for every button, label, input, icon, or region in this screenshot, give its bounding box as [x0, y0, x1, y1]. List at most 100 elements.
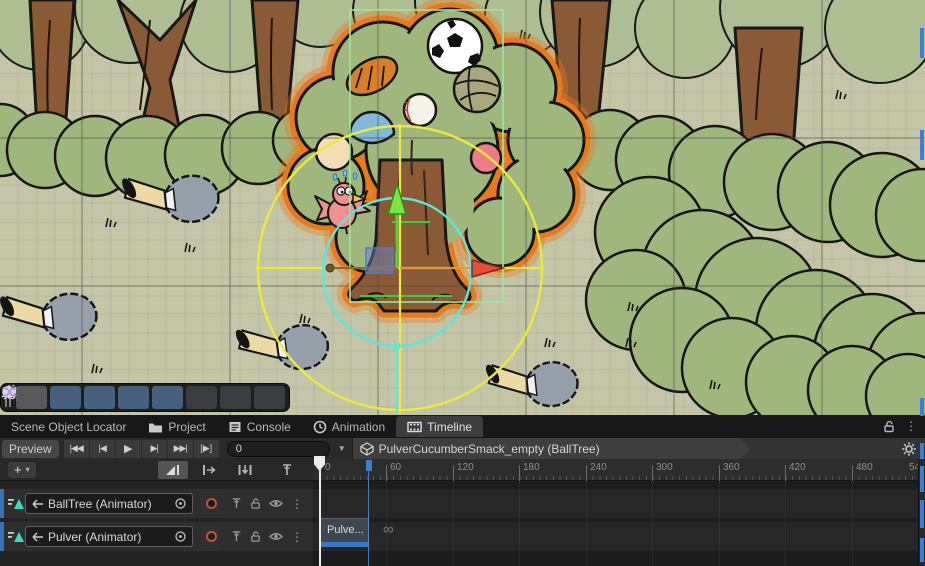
- record-button[interactable]: [201, 527, 221, 547]
- shuffle-tool-button[interactable]: [254, 386, 285, 409]
- lock-open-icon[interactable]: [250, 530, 261, 543]
- track-menu-icon[interactable]: ⋮: [291, 497, 303, 511]
- track-menu-icon[interactable]: ⋮: [291, 530, 303, 544]
- track-content-pulver[interactable]: [313, 522, 918, 551]
- clock-icon: [313, 420, 327, 434]
- track-name: BallTree (Animator): [48, 497, 170, 511]
- tab-label: Console: [247, 420, 291, 434]
- ruler-label: 480: [856, 462, 873, 473]
- goto-start-button[interactable]: |◀◀: [64, 440, 89, 458]
- add-label: +: [14, 462, 22, 477]
- record-dot: [206, 498, 217, 509]
- plane-handle[interactable]: [366, 248, 393, 273]
- ruler-zero-label: 0: [325, 462, 331, 473]
- breadcrumb-item[interactable]: PulverCucumberSmack_empty (BallTree): [353, 438, 751, 459]
- track-name: Pulver (Animator): [48, 530, 170, 544]
- layers-tool-button[interactable]: [152, 386, 183, 409]
- anchor-handle[interactable]: [326, 264, 334, 272]
- hatch-tool-button[interactable]: [84, 386, 115, 409]
- eye-icon[interactable]: [269, 531, 283, 542]
- edge-marker: [920, 28, 924, 58]
- track-name-field[interactable]: BallTree (Animator): [25, 493, 193, 514]
- gear-icon: [901, 441, 917, 457]
- edge-marker: [920, 538, 924, 562]
- eye-icon[interactable]: [269, 498, 283, 509]
- pin-icon[interactable]: [231, 497, 242, 510]
- timeline-breadcrumb-bar: PulverCucumberSmack_empty (BallTree): [352, 438, 925, 459]
- tab-label: Animation: [332, 420, 385, 434]
- inner-ring-handle[interactable]: [394, 343, 400, 349]
- panel-menu-icon[interactable]: ⋮: [905, 420, 917, 432]
- animator-icon: [31, 531, 44, 543]
- ripple-mode-button[interactable]: [194, 461, 224, 479]
- edge-marker: [920, 500, 924, 528]
- tab-console[interactable]: Console: [217, 416, 302, 437]
- scene-viewport[interactable]: [0, 0, 925, 415]
- edge-marker: [920, 466, 924, 492]
- cube-icon: [360, 442, 374, 456]
- tab-label: Scene Object Locator: [11, 420, 126, 434]
- animation-track-icon: [8, 530, 25, 543]
- timeline-clip-area[interactable]: Pulve... ∞: [313, 481, 918, 566]
- animation-track-icon: [8, 497, 25, 510]
- lock-open-icon[interactable]: [883, 420, 895, 433]
- tab-label: Timeline: [427, 420, 472, 434]
- track-row-balltree[interactable]: BallTree (Animator) ⋮: [0, 489, 313, 518]
- filmstrip-icon: [407, 420, 422, 434]
- timeline-panel: + ▾ 60 120 180 240: [0, 459, 925, 566]
- curves-toggle-button[interactable]: [272, 461, 302, 479]
- track-options: [231, 497, 283, 510]
- tab-project[interactable]: Project: [137, 416, 216, 437]
- edge-marker: [920, 130, 924, 160]
- soccer-ball-decoration: [428, 19, 482, 73]
- track-content-balltree[interactable]: [313, 489, 918, 518]
- object-picker-icon[interactable]: [174, 530, 187, 543]
- prev-frame-button[interactable]: |◀: [90, 440, 115, 458]
- current-frame-input[interactable]: [227, 441, 330, 457]
- tab-scene-object-locator[interactable]: Scene Object Locator: [0, 416, 137, 437]
- ruler-label: 120: [457, 462, 474, 473]
- tabbar-right-controls: ⋮: [875, 415, 925, 437]
- move-tool-button[interactable]: [16, 386, 47, 409]
- track-row-pulver[interactable]: Pulver (Animator) ⋮: [0, 522, 313, 551]
- tab-animation[interactable]: Animation: [302, 416, 396, 437]
- tab-timeline[interactable]: Timeline: [396, 416, 483, 437]
- baseball-decoration: [404, 94, 436, 126]
- clip-selection-underline: [320, 542, 369, 547]
- replace-mode-button[interactable]: [230, 461, 260, 479]
- ruler-label: 360: [723, 462, 740, 473]
- search-tool-button[interactable]: [186, 386, 217, 409]
- record-button[interactable]: [201, 494, 221, 514]
- track-name-field[interactable]: Pulver (Animator): [25, 526, 193, 547]
- timeline-ruler[interactable]: 60 120 180 240 300 360 420 480 540: [313, 459, 918, 481]
- frame-options-caret[interactable]: ▼: [338, 444, 346, 453]
- track-options: [231, 530, 283, 543]
- animator-icon: [31, 498, 44, 510]
- console-icon: [228, 420, 242, 434]
- timeline-transport-row: Preview |◀◀ |◀ ▶ ▶| ▶▶| [▶] ▼ PulverCucu…: [0, 437, 925, 459]
- scene-toolbar: [0, 383, 290, 412]
- breadcrumb-label: PulverCucumberSmack_empty (BallTree): [379, 442, 600, 456]
- add-track-button[interactable]: + ▾: [8, 462, 36, 478]
- preview-toggle-button[interactable]: Preview: [2, 440, 59, 458]
- mixer-tool-button[interactable]: [50, 386, 81, 409]
- play-range-button[interactable]: [▶]: [194, 440, 219, 458]
- record-dot: [206, 531, 217, 542]
- add-caret-icon: ▾: [26, 465, 30, 474]
- ruler-label: 300: [656, 462, 673, 473]
- camera-tool-button[interactable]: [220, 386, 251, 409]
- next-frame-button[interactable]: ▶|: [142, 440, 167, 458]
- moon-tool-button[interactable]: [118, 386, 149, 409]
- volleyball-decoration: [454, 66, 500, 112]
- folder-icon: [148, 420, 163, 434]
- play-button[interactable]: ▶: [116, 440, 141, 458]
- goto-end-button[interactable]: ▶▶|: [168, 440, 193, 458]
- lock-open-icon[interactable]: [250, 497, 261, 510]
- replace-mode-icon: [237, 463, 253, 477]
- pin-icon[interactable]: [231, 530, 242, 543]
- edit-mode-buttons: [158, 461, 302, 479]
- mix-mode-button[interactable]: [158, 461, 188, 479]
- timeline-end-marker[interactable]: [366, 460, 372, 471]
- infinite-clip-icon: ∞: [383, 521, 394, 538]
- object-picker-icon[interactable]: [174, 497, 187, 510]
